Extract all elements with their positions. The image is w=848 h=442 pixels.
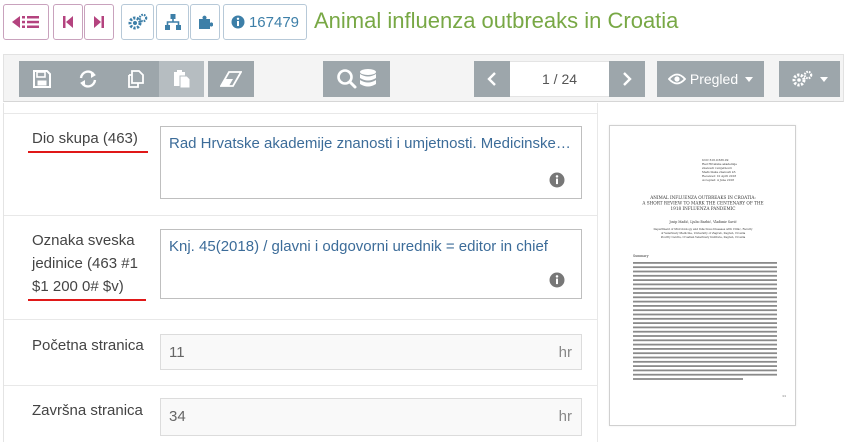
field-value: 34: [169, 408, 186, 425]
preview-authors: Josip Madić, Ljubo Barbić, Vladimir Savi…: [668, 220, 736, 224]
field-unit: hr: [558, 344, 572, 361]
field-value: Knj. 45(2018) / glavni i odgovorni uredn…: [169, 238, 548, 255]
preview-title-line: 1918 INFLUENZA PANDEMIC: [671, 206, 736, 211]
save-button[interactable]: [19, 61, 65, 97]
form-row-oznaka-sveska: Oznaka sveska jedinice (463 #1 $1 200 0#…: [4, 216, 598, 320]
record-id-badge[interactable]: 167479: [223, 4, 307, 40]
info-icon: [231, 15, 245, 29]
first-record-button[interactable]: [53, 4, 83, 40]
clear-button[interactable]: [208, 61, 254, 97]
chevron-right-icon: [623, 72, 632, 86]
preview-title-line: A SHORT REVIEW TO MARK THE CENTENARY OF …: [641, 201, 763, 206]
next-page-button[interactable]: [609, 61, 645, 97]
label-underline: [28, 151, 148, 153]
preview-title-line: ANIMAL INFLUENZA OUTBREAKS IN CROATIA:: [649, 195, 756, 200]
document-preview[interactable]: UDC 616.9:636.09 Rad Hrvatske akademije …: [609, 125, 796, 426]
caret-down-icon: [820, 76, 828, 82]
back-list-icon: [12, 16, 39, 28]
previous-page-button[interactable]: [474, 61, 510, 97]
preview-body-text: [633, 262, 777, 380]
copy-icon: [128, 70, 144, 88]
copy-button[interactable]: [111, 61, 159, 97]
page-title: Animal influenza outbreaks in Croatia: [314, 8, 679, 33]
eraser-icon: [220, 71, 242, 87]
puzzle-icon: [199, 15, 213, 29]
form-row-zavrsna-stranica: Završna stranica 34 hr: [4, 386, 598, 442]
last-record-button[interactable]: [84, 4, 114, 40]
field-label: Dio skupa (463): [32, 130, 138, 147]
view-dropdown-label: Pregled: [689, 71, 739, 87]
gears-icon: [792, 70, 813, 87]
toolbar: 1 / 24 Pregled: [3, 54, 844, 102]
search-database-icon: [336, 69, 376, 89]
view-dropdown[interactable]: Pregled: [657, 61, 764, 97]
first-record-icon: [63, 16, 73, 28]
record-pager: 1 / 24: [474, 61, 645, 97]
info-icon[interactable]: [549, 172, 565, 188]
refresh-icon: [79, 70, 97, 88]
plugins-button[interactable]: [190, 4, 220, 40]
hierarchy-button[interactable]: [156, 4, 189, 40]
field-label: Početna stranica: [32, 337, 144, 354]
settings-button[interactable]: [121, 4, 154, 40]
last-record-icon: [94, 16, 104, 28]
back-to-list-button[interactable]: [3, 4, 49, 40]
field-value: Rad Hrvatske akademije znanosti i umjetn…: [169, 135, 571, 152]
search-database-button[interactable]: [323, 61, 390, 97]
paste-button[interactable]: [159, 61, 204, 97]
preview-page-number: 11: [782, 394, 786, 398]
hierarchy-icon: [164, 14, 181, 30]
field-label: Oznaka sveska jedinice (463 #1 $1 200 0#…: [32, 232, 138, 295]
preview-section-heading: Summary: [633, 254, 649, 258]
form-row-dio-skupa: Dio skupa (463) Rad Hrvatske akademije z…: [4, 113, 598, 216]
preview-affiliation-line: Poultry Centre, Croatian Veterinary Inst…: [661, 235, 746, 239]
chevron-left-icon: [487, 72, 496, 86]
document-page-thumbnail: UDC 616.9:636.09 Rad Hrvatske akademije …: [633, 158, 786, 398]
record-form: Dio skupa (463) Rad Hrvatske akademije z…: [3, 103, 598, 442]
page-indicator: 1 / 24: [541, 71, 578, 87]
record-id: 167479: [248, 13, 300, 31]
field-value: 11: [169, 344, 185, 361]
eye-icon: [667, 73, 686, 85]
field-label: Završna stranica: [32, 402, 143, 419]
oznaka-sveska-field[interactable]: Knj. 45(2018) / glavni i odgovorni uredn…: [160, 229, 582, 299]
label-underline: [28, 299, 146, 301]
pocetna-stranica-field[interactable]: 11 hr: [160, 334, 582, 370]
save-icon: [33, 70, 51, 88]
options-dropdown[interactable]: [779, 61, 840, 97]
zavrsna-stranica-field[interactable]: 34 hr: [160, 398, 582, 436]
info-icon[interactable]: [549, 272, 565, 288]
caret-down-icon: [745, 76, 754, 82]
settings-icon: [128, 13, 147, 30]
paste-icon: [173, 70, 190, 89]
field-unit: hr: [558, 408, 572, 425]
form-row-pocetna-stranica: Početna stranica 11 hr: [4, 320, 598, 386]
refresh-button[interactable]: [65, 61, 111, 97]
preview-header-line: Accepted: 4 June 2018: [701, 178, 734, 182]
dio-skupa-field[interactable]: Rad Hrvatske akademije znanosti i umjetn…: [160, 126, 582, 199]
